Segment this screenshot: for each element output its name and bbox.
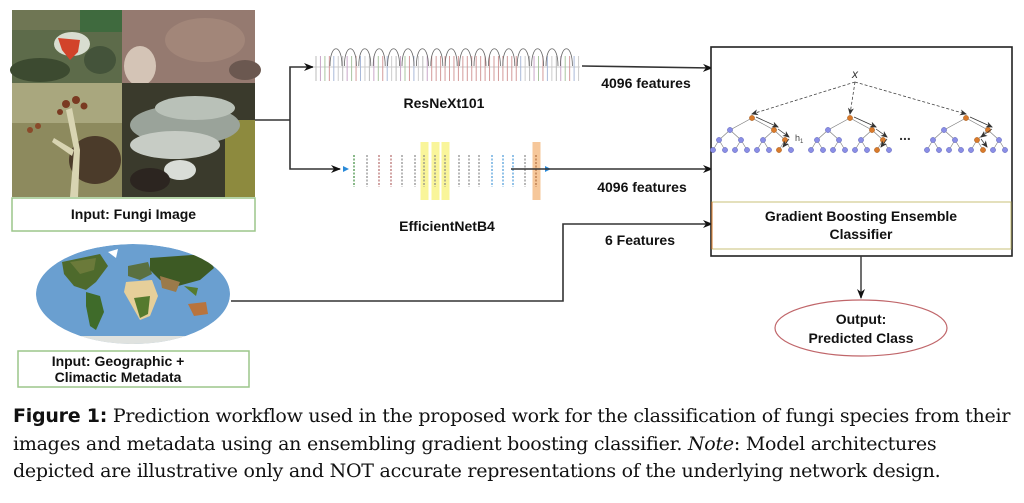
resnext-skip-arc — [329, 48, 343, 67]
trees-ellipsis: ... — [899, 127, 911, 143]
tree-node — [744, 147, 750, 153]
tree-path-node — [847, 115, 853, 121]
tree-node — [990, 147, 996, 153]
resnext-skip-arc — [372, 48, 386, 67]
tree-node — [858, 137, 864, 143]
fungi-image-label: Input: Fungi Image — [71, 206, 196, 222]
tree-node — [886, 147, 892, 153]
metadata-label-line1: Input: Geographic + — [52, 353, 185, 369]
caption-figure-label: Figure 1: — [13, 405, 108, 427]
fungi-photo-top-left — [10, 10, 122, 83]
efficientnet-features-label: 4096 features — [597, 179, 687, 195]
resnext-skip-arc — [502, 48, 516, 67]
tree-node — [930, 137, 936, 143]
tree-node — [722, 147, 728, 153]
fungi-image-mosaic — [10, 10, 261, 197]
tree-node — [814, 137, 820, 143]
image-to-models-connector — [255, 63, 341, 173]
tree-path-node — [974, 137, 980, 143]
resnext-skip-arc — [344, 48, 357, 67]
fungi-photo-bottom-left — [12, 83, 122, 197]
workflow-diagram: Input: Fungi Image ResNeXt101 EfficientN… — [10, 10, 1013, 388]
tree-node — [941, 127, 947, 133]
tree-node — [864, 147, 870, 153]
tree-node — [842, 147, 848, 153]
output-label-line2: Predicted Class — [808, 330, 913, 346]
tree-node — [716, 137, 722, 143]
tree-path-node — [980, 147, 986, 153]
tree-node — [952, 137, 958, 143]
efficientnetb4-label: EfficientNetB4 — [399, 218, 495, 234]
tree-node — [788, 147, 794, 153]
resnext-skip-arc — [560, 48, 573, 67]
tree-node — [1002, 147, 1008, 153]
resnext-skip-arc — [387, 48, 400, 67]
resnext-skip-arc — [401, 48, 415, 67]
tree-path-node — [771, 127, 777, 133]
tree-node — [836, 137, 842, 143]
tree-node — [996, 137, 1002, 143]
tree-node — [958, 147, 964, 153]
resnext-skip-arc — [459, 48, 472, 67]
tree-node — [924, 147, 930, 153]
resnext101-label: ResNeXt101 — [404, 95, 485, 111]
tree-node — [732, 147, 738, 153]
tree-path-node — [874, 147, 880, 153]
tree-node — [968, 147, 974, 153]
tree-node — [936, 147, 942, 153]
tree-node — [710, 147, 716, 153]
tree-path-node — [963, 115, 969, 121]
effnet-input-marker — [343, 166, 349, 172]
figure-caption: Figure 1: Prediction workflow used in th… — [13, 403, 1018, 486]
resnext-features-label: 4096 features — [601, 75, 691, 91]
tree-node — [760, 137, 766, 143]
classifier-title-line2: Classifier — [829, 226, 893, 242]
fungi-photo-top-right — [122, 10, 261, 86]
efficientnetb4-architecture-illustration — [343, 142, 551, 200]
resnext101-architecture-illustration — [313, 48, 580, 81]
resnext-skip-arc — [444, 48, 458, 67]
tree-path-node — [749, 115, 755, 121]
resnext-skip-arc — [531, 48, 544, 67]
tree-path-node — [869, 127, 875, 133]
tree-node — [808, 147, 814, 153]
tree-node — [830, 147, 836, 153]
tree-node — [825, 127, 831, 133]
metadata-features-label: 6 Features — [605, 232, 675, 248]
tree-node — [820, 147, 826, 153]
tree-node — [727, 127, 733, 133]
metadata-label-line2: Climactic Metadata — [55, 369, 182, 385]
classifier-input-symbol: x — [851, 67, 859, 81]
world-map-image — [36, 244, 230, 344]
output-label-line1: Output: — [836, 311, 887, 327]
tree-path-node — [776, 147, 782, 153]
resnext-to-classifier-edge — [581, 63, 713, 72]
resnext-skip-arc — [516, 48, 530, 67]
classifier-title-line1: Gradient Boosting Ensemble — [765, 208, 957, 224]
caption-note-label: Note — [687, 432, 734, 455]
tree-node — [766, 147, 772, 153]
tree-node — [946, 147, 952, 153]
fungi-photo-bottom-right — [122, 83, 255, 197]
tree-node — [754, 147, 760, 153]
tree-node — [738, 137, 744, 143]
output-ellipse — [774, 299, 948, 357]
tree-node — [852, 147, 858, 153]
